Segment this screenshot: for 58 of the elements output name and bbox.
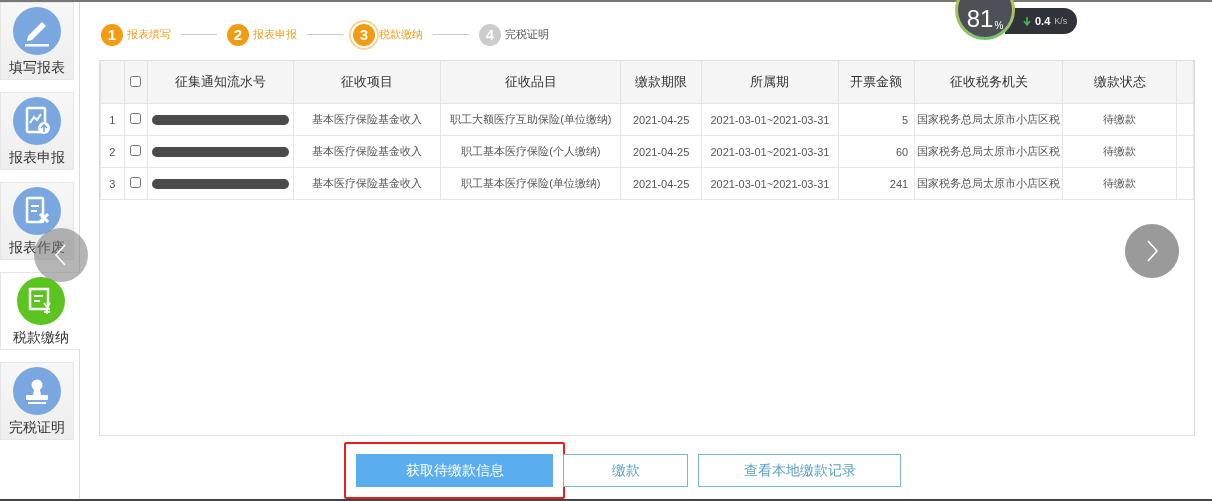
step-number: 2 (227, 23, 249, 46)
table-cell: 国家税务总局太原市小店区税 (914, 135, 1063, 168)
table-cell: 2021-03-01~2021-03-31 (701, 167, 839, 200)
column-header: 征集通知流水号 (147, 61, 294, 104)
sidebar-item[interactable]: 税款缴纳 (0, 272, 80, 350)
table-cell: 待缴款 (1062, 135, 1177, 168)
table-cell: 国家税务总局太原市小店区税 (914, 167, 1063, 200)
table-cell: 2021-04-25 (620, 103, 702, 136)
table-cell: 5 (838, 103, 915, 136)
table-cell: 2021-04-25 (620, 167, 702, 200)
row-number: 2 (100, 135, 125, 168)
table-cell: 2021-03-01~2021-03-31 (701, 103, 839, 136)
down-arrow-icon (1023, 16, 1031, 26)
column-header: 所属期 (701, 61, 839, 104)
step-label: 报表申报 (253, 27, 297, 43)
gauge-percent: 81 (966, 7, 994, 31)
table-cell: 2021-04-25 (620, 135, 702, 168)
sidebar-item[interactable]: 完税证明 (0, 362, 74, 440)
select-all-checkbox[interactable] (130, 75, 142, 87)
stamp-icon (12, 366, 62, 416)
percent-unit: % (994, 20, 1004, 31)
table-cell: 国家税务总局太原市小店区税 (914, 103, 1063, 136)
table-cell: 基本医疗保险基金收入 (293, 103, 441, 136)
column-header: 征收税务机关 (914, 61, 1063, 104)
step-number: 3 (353, 23, 375, 46)
speed-unit: K/s (1054, 16, 1068, 26)
column-header: 开票金额 (838, 61, 915, 104)
column-header: 缴款期限 (620, 61, 702, 104)
sidebar-item[interactable]: 填写报表 (0, 2, 74, 80)
table-cell: 基本医疗保险基金收入 (293, 135, 441, 168)
row-number: 3 (100, 167, 125, 200)
column-header: 征收项目 (293, 61, 441, 104)
sidebar-item[interactable]: 报表申报 (0, 92, 74, 170)
table-cell: 待缴款 (1062, 103, 1177, 136)
row-checkbox[interactable] (130, 113, 142, 125)
table-cell: 2021-03-01~2021-03-31 (701, 135, 839, 168)
row-checkbox[interactable] (130, 177, 142, 189)
column-header: 缴款状态 (1062, 61, 1177, 104)
table-cell: 待缴款 (1062, 167, 1177, 200)
row-number: 1 (100, 103, 125, 136)
pencil-icon (12, 6, 62, 56)
sidebar-item[interactable]: 报表作废 (0, 182, 74, 260)
table-cell: 60 (838, 135, 915, 168)
yuan-document-icon (15, 276, 66, 326)
step-label: 税款缴纳 (379, 27, 423, 43)
chart-upload-icon (12, 96, 62, 146)
table-cell: 职工基本医疗保险(单位缴纳) (440, 167, 621, 200)
step-number: 1 (101, 23, 123, 46)
column-header: 征收品目 (440, 61, 621, 104)
table-cell: 241 (838, 167, 915, 200)
speed-value: 0.4 (1035, 15, 1051, 27)
step-label: 完税证明 (505, 27, 549, 43)
row-checkbox[interactable] (130, 145, 142, 157)
table-cell: 职工大额医疗互助保险(单位缴纳) (440, 103, 621, 136)
table-cell: 职工基本医疗保险(个人缴纳) (440, 135, 621, 168)
document-cross-icon (12, 186, 62, 236)
table-cell: 基本医疗保险基金收入 (293, 167, 441, 200)
step-label: 报表填写 (127, 27, 171, 43)
